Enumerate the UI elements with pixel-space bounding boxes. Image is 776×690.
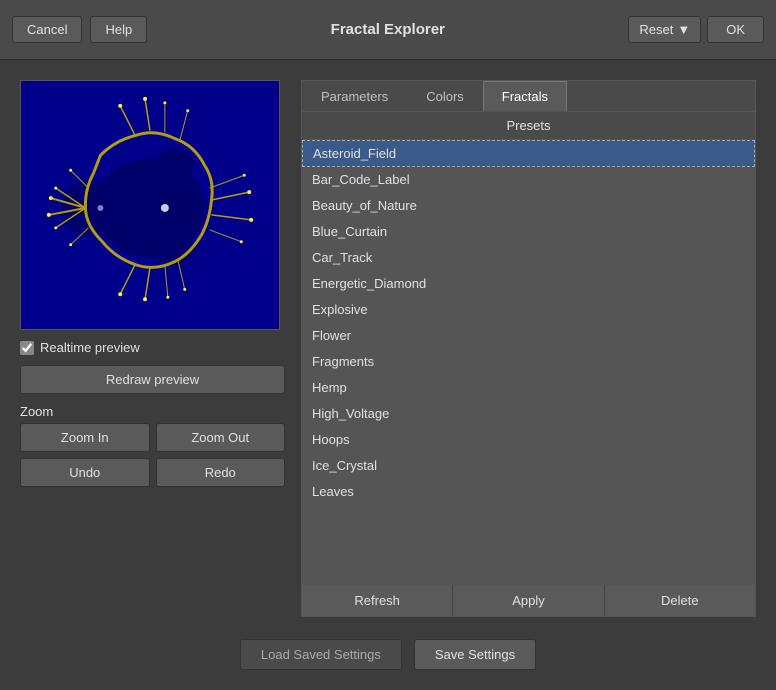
realtime-preview-checkbox[interactable] xyxy=(20,341,34,355)
presets-list[interactable]: Asteroid_FieldBar_Code_LabelBeauty_of_Na… xyxy=(302,140,755,584)
refresh-button[interactable]: Refresh xyxy=(302,585,453,616)
preset-item-ice_crystal[interactable]: Ice_Crystal xyxy=(302,453,755,479)
help-button[interactable]: Help xyxy=(90,16,147,43)
apply-button[interactable]: Apply xyxy=(453,585,604,616)
bottom-bar: Load Saved Settings Save Settings xyxy=(0,627,776,690)
load-settings-button[interactable]: Load Saved Settings xyxy=(240,639,402,670)
delete-button[interactable]: Delete xyxy=(605,585,755,616)
preset-item-beauty_of_nature[interactable]: Beauty_of_Nature xyxy=(302,193,755,219)
reset-button[interactable]: Reset ▼ xyxy=(628,16,701,43)
zoom-buttons: Zoom In Zoom Out Undo Redo xyxy=(20,423,285,487)
zoom-label: Zoom xyxy=(20,404,285,419)
save-settings-button[interactable]: Save Settings xyxy=(414,639,536,670)
preset-item-blue_curtain[interactable]: Blue_Curtain xyxy=(302,219,755,245)
app-title: Fractal Explorer xyxy=(331,21,445,38)
preset-item-fragments[interactable]: Fragments xyxy=(302,349,755,375)
realtime-preview-label: Realtime preview xyxy=(40,340,140,355)
main-content: Realtime preview Redraw preview Zoom Zoo… xyxy=(0,60,776,627)
preset-item-hoops[interactable]: Hoops xyxy=(302,427,755,453)
preset-item-flower[interactable]: Flower xyxy=(302,323,755,349)
realtime-preview-row: Realtime preview xyxy=(20,340,285,355)
zoom-section: Zoom Zoom In Zoom Out Undo Redo xyxy=(20,404,285,487)
preset-item-car_track[interactable]: Car_Track xyxy=(302,245,755,271)
tab-colors[interactable]: Colors xyxy=(407,81,483,111)
preset-item-leaves[interactable]: Leaves xyxy=(302,479,755,505)
right-panel: Parameters Colors Fractals Presets Aster… xyxy=(301,80,756,617)
left-panel: Realtime preview Redraw preview Zoom Zoo… xyxy=(20,80,285,617)
redraw-button[interactable]: Redraw preview xyxy=(20,365,285,394)
preset-item-high_voltage[interactable]: High_Voltage xyxy=(302,401,755,427)
zoom-in-button[interactable]: Zoom In xyxy=(20,423,150,452)
zoom-out-button[interactable]: Zoom Out xyxy=(156,423,286,452)
undo-button[interactable]: Undo xyxy=(20,458,150,487)
preset-item-hemp[interactable]: Hemp xyxy=(302,375,755,401)
tab-fractals[interactable]: Fractals xyxy=(483,81,567,111)
preset-item-energetic_diamond[interactable]: Energetic_Diamond xyxy=(302,271,755,297)
ok-button[interactable]: OK xyxy=(707,16,764,43)
presets-actions: Refresh Apply Delete xyxy=(302,584,755,616)
tab-bar: Parameters Colors Fractals xyxy=(302,81,755,112)
redo-button[interactable]: Redo xyxy=(156,458,286,487)
cancel-button[interactable]: Cancel xyxy=(12,16,82,43)
title-bar: Cancel Help Fractal Explorer Reset ▼ OK xyxy=(0,0,776,60)
preset-item-asteroid_field[interactable]: Asteroid_Field xyxy=(302,140,755,167)
preset-item-explosive[interactable]: Explosive xyxy=(302,297,755,323)
preset-item-bar_code_label[interactable]: Bar_Code_Label xyxy=(302,167,755,193)
fractal-preview xyxy=(20,80,280,330)
tab-parameters[interactable]: Parameters xyxy=(302,81,407,111)
dropdown-icon: ▼ xyxy=(677,22,690,37)
presets-header: Presets xyxy=(302,112,755,140)
